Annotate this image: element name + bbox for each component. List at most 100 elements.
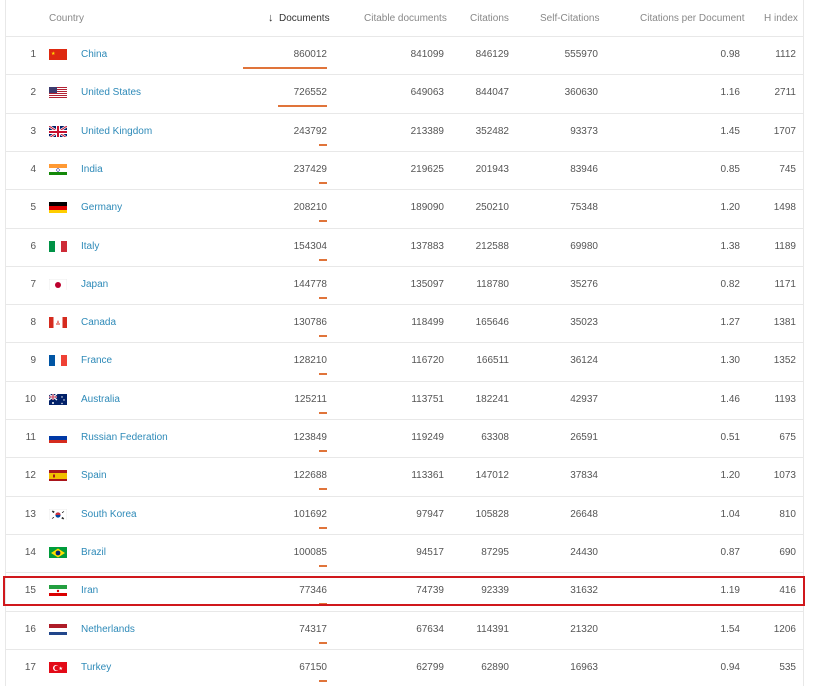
header-self-citations[interactable]: Self-Citations (540, 13, 599, 24)
table-row: 12 Spain 122688 113361 147012 37834 1.20 1073 (6, 457, 803, 496)
country-link[interactable]: United States (81, 87, 141, 98)
header-country[interactable]: Country (49, 13, 84, 24)
citable-documents-cell: 67634 (416, 623, 444, 635)
documents-bar (319, 679, 327, 682)
documents-bar (243, 67, 327, 69)
h-index-cell: 745 (779, 163, 796, 175)
table-row: 11 Russian Federation 123849 119249 63308 265… (6, 419, 803, 458)
header-h-index[interactable]: H index (764, 13, 798, 24)
h-index-cell: 535 (779, 661, 796, 673)
citations-per-document-cell: 0.85 (720, 163, 740, 175)
header-citations-per-document[interactable]: Citations per Document (640, 13, 745, 24)
brazil-flag-icon (49, 546, 67, 558)
country-link[interactable]: Spain (81, 470, 107, 481)
header-documents[interactable]: Documents (279, 13, 330, 24)
iran-flag-icon (49, 584, 67, 597)
table-row: 7 Japan 144778 135097 118780 35276 0.82 1171 (6, 265, 803, 305)
documents-cell: 67150 (299, 661, 327, 673)
documents-cell: 237429 (293, 163, 327, 175)
country-link[interactable]: Turkey (81, 662, 111, 673)
self-citations-cell: 21320 (570, 623, 598, 635)
citations-cell: 114391 (476, 623, 509, 635)
documents-bar (319, 181, 327, 184)
citable-documents-cell: 135097 (410, 278, 444, 290)
country-link[interactable]: India (81, 164, 103, 175)
uk-flag-icon (49, 124, 67, 137)
india-flag-icon (49, 163, 67, 175)
documents-cell: 144778 (293, 278, 327, 290)
rank-cell: 8 (30, 317, 36, 329)
country-link[interactable]: Russian Federation (81, 432, 168, 443)
documents-bar (319, 526, 327, 529)
citations-cell: 87295 (481, 546, 509, 558)
header-citable-documents[interactable]: Citable documents (364, 13, 447, 24)
country-link[interactable]: Brazil (81, 547, 106, 558)
country-link[interactable]: Iran (81, 585, 98, 596)
arrow-down-icon: ↓ (268, 12, 274, 24)
citations-cell: 147012 (475, 470, 509, 482)
rank-cell: 6 (30, 240, 36, 252)
country-link[interactable]: Australia (81, 394, 120, 405)
citations-cell: 352482 (475, 125, 509, 137)
rank-cell: 1 (30, 49, 36, 60)
rank-cell: 14 (24, 546, 36, 558)
documents-bar (319, 641, 327, 644)
citable-documents-cell: 841099 (410, 49, 444, 60)
h-index-cell: 1206 (773, 623, 796, 635)
documents-bar (319, 143, 327, 146)
rank-cell: 13 (24, 508, 36, 520)
table-row: 16 Netherlands 74317 67634 114391 21320 1.54 12… (6, 610, 803, 650)
country-link[interactable]: Japan (81, 279, 108, 290)
h-index-cell: 1171 (774, 278, 796, 290)
h-index-cell: 690 (779, 546, 796, 558)
h-index-cell: 2711 (774, 87, 796, 99)
country-link[interactable]: China (81, 49, 107, 60)
country-link[interactable]: Canada (81, 317, 116, 328)
documents-bar (319, 373, 327, 376)
table-row: 3 United Kingdom 243792 213389 352482 93373 1.… (6, 112, 803, 152)
citations-per-document-cell: 1.54 (720, 623, 740, 635)
svg-text:★: ★ (59, 666, 64, 672)
citable-documents-cell: 137883 (410, 240, 444, 252)
documents-cell: 123849 (293, 432, 327, 443)
citations-cell: 165646 (475, 317, 509, 329)
citations-cell: 63308 (481, 432, 509, 443)
citations-per-document-cell: 1.20 (720, 470, 740, 482)
documents-cell: 726552 (293, 87, 327, 99)
self-citations-cell: 36124 (570, 355, 598, 367)
rank-cell: 16 (24, 623, 36, 635)
documents-cell: 208210 (293, 202, 327, 214)
table-row: 14 Brazil 100085 94517 87295 24430 0.87 690 (6, 533, 803, 573)
citations-per-document-cell: 1.19 (720, 585, 740, 597)
documents-bar (319, 220, 327, 223)
self-citations-cell: 83946 (570, 163, 598, 175)
documents-cell: 100085 (293, 546, 327, 558)
china-flag-icon: ★ (49, 48, 67, 60)
citable-documents-cell: 219625 (410, 163, 444, 175)
citations-per-document-cell: 0.98 (720, 49, 740, 60)
country-link[interactable]: Italy (81, 241, 99, 252)
citable-documents-cell: 97947 (416, 508, 444, 520)
self-citations-cell: 37834 (570, 470, 598, 482)
country-link[interactable]: Netherlands (81, 624, 135, 635)
rank-cell: 9 (30, 355, 36, 367)
h-index-cell: 675 (779, 432, 796, 443)
country-link[interactable]: United Kingdom (81, 126, 152, 137)
header-citations[interactable]: Citations (470, 13, 509, 24)
citations-cell: 118780 (476, 278, 509, 290)
documents-cell: 122688 (293, 470, 327, 482)
country-link[interactable]: South Korea (81, 509, 137, 520)
citations-cell: 92339 (481, 585, 509, 597)
citations-per-document-cell: 1.20 (720, 202, 740, 214)
country-ranking-table: Country ↓ Documents Citable documents Ci… (5, 0, 804, 686)
country-link[interactable]: Germany (81, 202, 122, 213)
citations-per-document-cell: 1.46 (720, 393, 740, 405)
citations-per-document-cell: 0.94 (720, 661, 740, 673)
citations-cell: 201943 (475, 163, 509, 175)
country-link[interactable]: France (81, 355, 112, 366)
self-citations-cell: 42937 (570, 393, 598, 405)
table-row: 17 ★ Turkey 67150 62799 62890 16963 0.94 535 (6, 648, 803, 688)
self-citations-cell: 360630 (564, 87, 598, 99)
table-row: 8 Canada 130786 118499 165646 35023 1.27 1381 (6, 304, 803, 343)
svg-text:★: ★ (51, 51, 56, 57)
